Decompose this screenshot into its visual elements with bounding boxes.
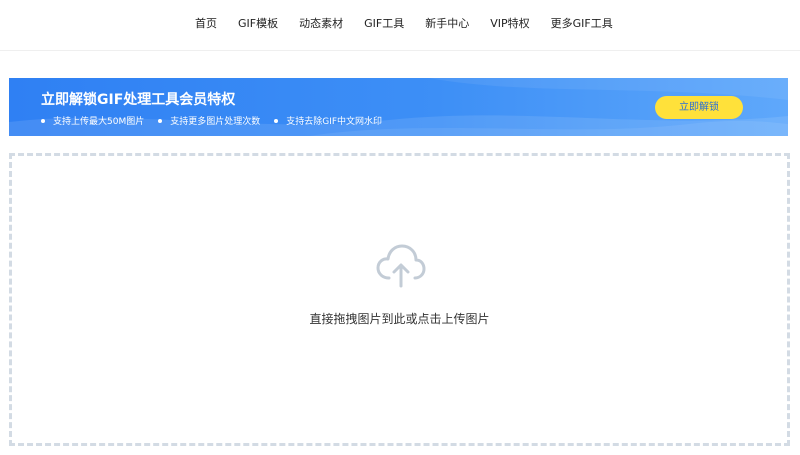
banner-feature-item: 支持去除GIF中文网水印 [274, 114, 382, 127]
bullet-dot-icon [41, 118, 45, 123]
top-navigation: 首页 GIF模板 动态素材 GIF工具 新手中心 VIP特权 更多GIF工具 [0, 0, 800, 51]
banner-feature-text: 支持更多图片处理次数 [170, 117, 261, 127]
nav-item-vip-privileges[interactable]: VIP特权 [490, 17, 529, 31]
banner-feature-text: 支持上传最大50M图片 [53, 117, 145, 127]
cloud-upload-icon [376, 244, 426, 288]
nav-menu: 首页 GIF模板 动态素材 GIF工具 新手中心 VIP特权 更多GIF工具 [195, 17, 634, 31]
banner-feature-list: 支持上传最大50M图片 支持更多图片处理次数 支持去除GIF中文网水印 [41, 114, 396, 127]
unlock-now-button[interactable]: 立即解锁 [655, 96, 743, 119]
bullet-dot-icon [158, 118, 163, 123]
nav-item-animated-materials[interactable]: 动态素材 [299, 17, 343, 31]
upload-dropzone[interactable]: 直接拖拽图片到此或点击上传图片 [9, 153, 790, 446]
nav-item-beginner-center[interactable]: 新手中心 [425, 17, 469, 31]
banner-title: 立即解锁GIF处理工具会员特权 [41, 92, 236, 108]
vip-promo-banner: 立即解锁GIF处理工具会员特权 支持上传最大50M图片 支持更多图片处理次数 支… [9, 78, 788, 136]
bullet-dot-icon [274, 118, 279, 123]
upload-instruction-text: 直接拖拽图片到此或点击上传图片 [309, 312, 490, 326]
nav-item-gif-tools[interactable]: GIF工具 [364, 17, 404, 31]
nav-item-home[interactable]: 首页 [195, 17, 217, 31]
banner-feature-text: 支持去除GIF中文网水印 [286, 117, 383, 127]
nav-item-more-gif-tools[interactable]: 更多GIF工具 [551, 17, 613, 31]
banner-feature-item: 支持更多图片处理次数 [158, 114, 260, 127]
banner-feature-item: 支持上传最大50M图片 [41, 114, 144, 127]
nav-item-gif-templates[interactable]: GIF模板 [238, 17, 278, 31]
